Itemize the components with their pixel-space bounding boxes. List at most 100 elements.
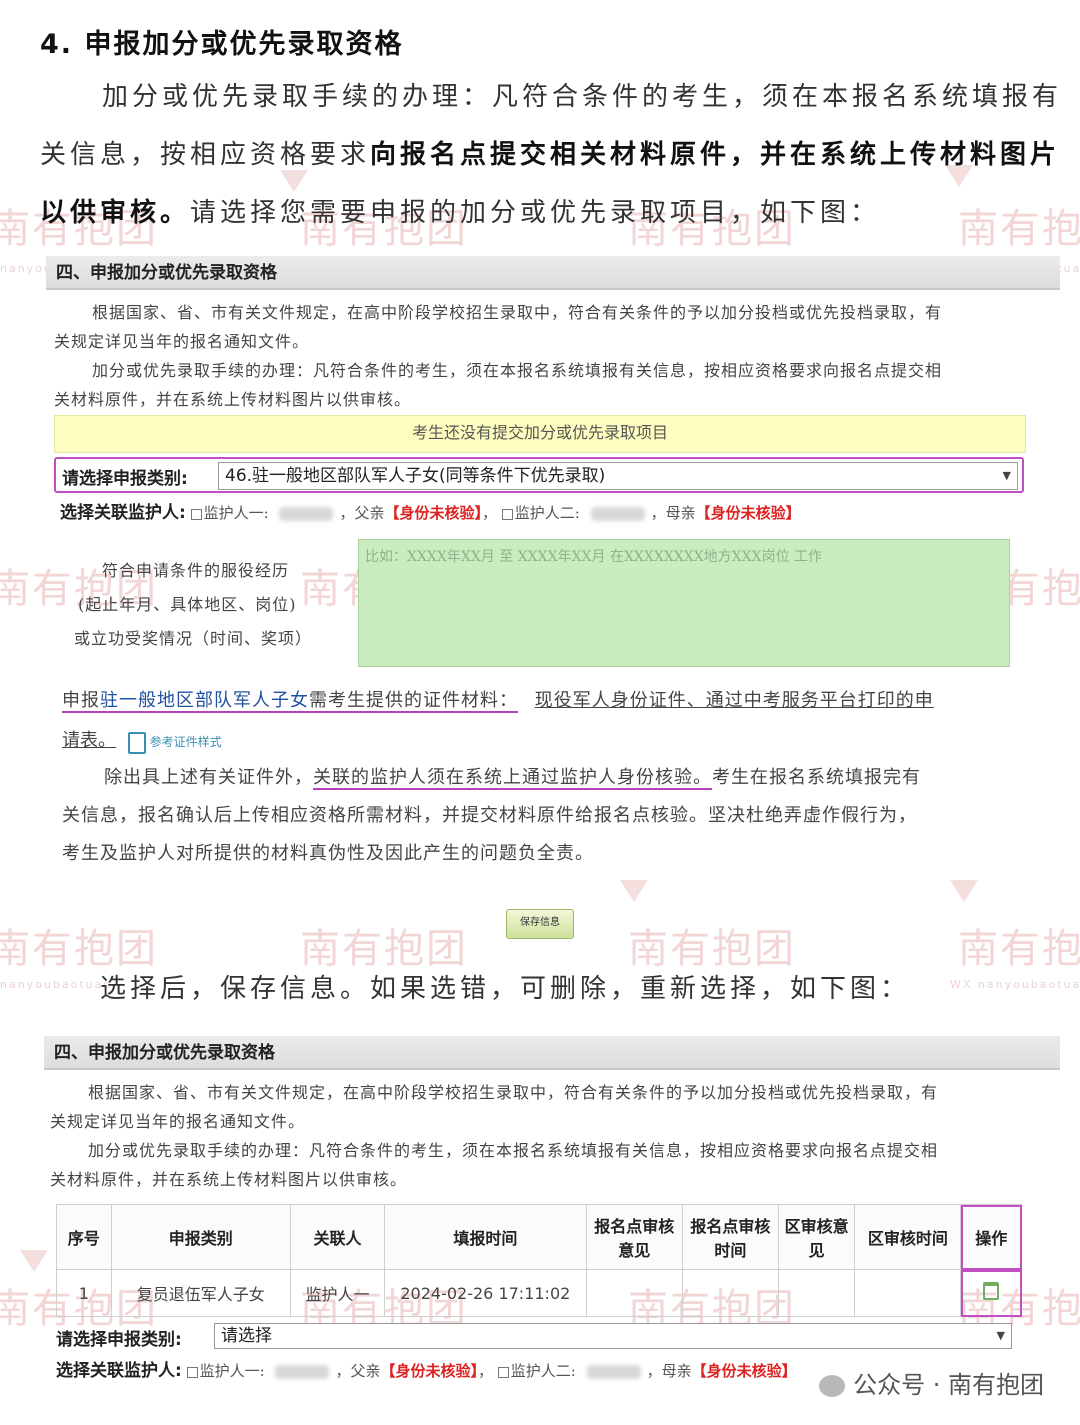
cell-district-time (854, 1269, 962, 1317)
note-emphasis: 关联的监护人须在系统上通过监护人身份核验。 (313, 767, 712, 790)
guardian1-relation: 父亲 (350, 1362, 381, 1380)
guardian2-relation: 母亲 (661, 1362, 692, 1380)
panel-header: 四、申报加分或优先录取资格 (44, 1036, 1060, 1070)
delete-icon[interactable] (983, 1282, 1000, 1300)
guardian2-checkbox[interactable] (497, 1366, 509, 1378)
category-label: 请选择申报类别: (62, 469, 188, 489)
wechat-icon (819, 1375, 846, 1397)
verification-note: 除出具上述有关证件外，关联的监护人须在系统上通过监护人身份核验。考生在报名系统填… (62, 759, 1052, 873)
guardian2-checkbox[interactable] (501, 508, 513, 520)
cell-site-time (681, 1269, 779, 1317)
redacted-name (586, 1365, 641, 1379)
intro-line-1: 加分或优先录取手续的办理：凡符合条件的考生，须在本报名系统填报有 (102, 82, 1063, 112)
rule-paragraph: 根据国家、省、市有关文件规定，在高中阶段学校招生录取中，符合有关条件的予以加分投… (54, 298, 1054, 414)
category-select-value: 请选择 (221, 1326, 272, 1346)
intro-line-3: 以供审核。请选择您需要申报的加分或优先录取项目，如下图： (40, 184, 1070, 242)
wechat-account-label: 公众号 · 南有抱团 (853, 1371, 1044, 1399)
guardian1-label: 监护人一: (199, 1362, 265, 1380)
cell-action (960, 1269, 1022, 1317)
service-label-line: (起止年月、具体地区、岗位) (78, 595, 297, 614)
section-heading: 4. 申报加分或优先录取资格 (40, 29, 404, 60)
notice-banner: 考生还没有提交加分或优先录取项目 (54, 415, 1026, 453)
panel-header: 四、申报加分或优先录取资格 (46, 256, 1060, 290)
guardian1-label: 监护人一: (203, 504, 269, 522)
requirement-line-2: 请表。 参考证件样式 (62, 726, 222, 754)
watermark-small: WX nanyoubaotuan (950, 978, 1080, 991)
guardian1-checkbox[interactable] (186, 1366, 198, 1378)
guardian2-label: 监护人二: (510, 1362, 576, 1380)
chevron-down-icon: ▼ (1002, 469, 1011, 482)
column-header: 区审核意见 (777, 1204, 856, 1270)
category-select[interactable]: 46.驻一般地区部队军人子女(同等条件下优先录取) ▼ (218, 462, 1018, 490)
rule-paragraph: 根据国家、省、市有关文件规定，在高中阶段学校招生录取中，符合有关条件的予以加分投… (50, 1078, 1054, 1194)
intro-emphasis: 以供审核。 (40, 198, 191, 228)
reference-doc-link[interactable]: 参考证件样式 (127, 731, 222, 754)
column-header: 序号 (56, 1204, 112, 1270)
guardian-label: 选择关联监护人: (56, 1361, 182, 1381)
cell-time: 2024-02-26 17:11:02 (384, 1269, 587, 1317)
guardian1-relation: 父亲 (354, 504, 385, 522)
rule-line: 加分或优先录取手续的办理：凡符合条件的考生，须在本报名系统填报有关信息，按相应资… (88, 1141, 939, 1160)
panel-bonus-list: 四、申报加分或优先录取资格 根据国家、省、市有关文件规定，在高中阶段学校招生录取… (44, 1036, 1060, 1386)
cell-guardian: 监护人一 (289, 1269, 386, 1317)
redacted-name (590, 507, 645, 521)
wechat-account-badge: 公众号 · 南有抱团 (819, 1365, 1044, 1400)
requirement-docs: 现役军人身份证件、通过中考服务平台打印的申 (534, 690, 934, 711)
service-label-line: 或立功受奖情况（时间、奖项） (74, 629, 313, 648)
guardian1-checkbox[interactable] (190, 508, 202, 520)
table-row: 1 复员退伍军人子女 监护人一 2024-02-26 17:11:02 (56, 1269, 1022, 1317)
requirement-prefix: 申报 (62, 690, 100, 711)
category-select[interactable]: 请选择 ▼ (214, 1323, 1012, 1349)
requirement-mid: 需考生提供的证件材料： (309, 690, 518, 711)
cell-category: 复员退伍军人子女 (110, 1269, 291, 1317)
requirement-category-underline: 申报驻一般地区部队军人子女需考生提供的证件材料： (62, 690, 518, 713)
category-select-row: 请选择申报类别: 请选择 ▼ (56, 1322, 1022, 1352)
guardian-row: 选择关联监护人: 监护人一: ，父亲【身份未核验】， 监护人二: ，母亲【身份未… (60, 503, 801, 523)
note-text: 考生在报名系统填报完有 (712, 767, 921, 788)
guardian-label: 选择关联监护人: (60, 503, 186, 523)
panel-bonus-form: 四、申报加分或优先录取资格 根据国家、省、市有关文件规定，在高中阶段学校招生录取… (46, 256, 1060, 956)
service-experience-textarea[interactable]: 比如：XXXX年XX月 至 XXXX年XX月 在XXXXXXXX地方XXX岗位 … (358, 539, 1010, 667)
column-header: 关联人 (289, 1204, 386, 1270)
guardian2-label: 监护人二: (514, 504, 580, 522)
application-table: 序号 申报类别 关联人 填报时间 报名点审核意见 报名点审核时间 区审核意见 区… (56, 1204, 1022, 1317)
column-header: 填报时间 (384, 1204, 587, 1270)
column-header: 申报类别 (110, 1204, 291, 1270)
save-button[interactable]: 保存信息 (506, 909, 574, 939)
guardian2-status: 【身份未核验】 (691, 1362, 797, 1380)
note-text: 除出具上述有关证件外， (104, 767, 313, 788)
guardian1-status: 【身份未核验】 (384, 504, 482, 522)
guardian-row: 选择关联监护人: 监护人一: ，父亲【身份未核验】， 监护人二: ，母亲【身份未… (56, 1361, 797, 1381)
rule-line: 关材料原件，并在系统上传材料图片以供审核。 (50, 1170, 408, 1189)
column-header: 报名点审核意见 (585, 1204, 683, 1270)
intro-text: 关信息，按相应资格要求 (40, 140, 371, 170)
note-line: 除出具上述有关证件外，关联的监护人须在系统上通过监护人身份核验。考生在报名系统填… (62, 759, 1052, 797)
cell-site-opinion (585, 1269, 683, 1317)
rule-line: 根据国家、省、市有关文件规定，在高中阶段学校招生录取中，符合有关条件的予以加分投… (92, 303, 943, 322)
requirement-docs-2: 请表。 (62, 730, 116, 751)
column-header: 操作 (960, 1204, 1022, 1270)
requirement-category: 驻一般地区部队军人子女 (100, 690, 309, 711)
intro-text: 请选择您需要申报的加分或优先录取项目，如下图： (190, 198, 881, 228)
rule-line: 关规定详见当年的报名通知文件。 (54, 332, 310, 351)
note-line: 考生及监护人对所提供的材料真伪性及因此产生的问题负全责。 (62, 843, 594, 864)
service-label-line: 符合申请条件的服役经历 (102, 561, 290, 580)
document-icon (127, 731, 146, 754)
cell-district-opinion (777, 1269, 856, 1317)
category-select-value: 46.驻一般地区部队军人子女(同等条件下优先录取) (225, 466, 606, 486)
service-label: 符合申请条件的服役经历 (起止年月、具体地区、岗位) 或立功受奖情况（时间、奖项… (74, 554, 364, 656)
category-select-row: 请选择申报类别: 46.驻一般地区部队军人子女(同等条件下优先录取) ▼ (54, 457, 1024, 493)
note-line: 关信息，报名确认后上传相应资格所需材料，并提交材料原件给报名点核验。坚决杜绝弄虚… (62, 805, 917, 826)
cell-no: 1 (56, 1269, 112, 1317)
reference-doc-label: 参考证件样式 (149, 735, 222, 749)
redacted-name (275, 1365, 330, 1379)
guardian2-relation: 母亲 (665, 504, 696, 522)
intro-emphasis: 向报名点提交相关材料原件，并在系统上传材料图片 (370, 140, 1061, 170)
intro-paragraph: 加分或优先录取手续的办理：凡符合条件的考生，须在本报名系统填报有 关信息，按相应… (40, 68, 1070, 242)
watermark-small: nanyoubaotuan (0, 978, 113, 991)
rule-line: 加分或优先录取手续的办理：凡符合条件的考生，须在本报名系统填报有关信息，按相应资… (92, 361, 943, 380)
category-label: 请选择申报类别: (56, 1330, 182, 1350)
guardian2-status: 【身份未核验】 (695, 504, 801, 522)
intro-line-2: 关信息，按相应资格要求向报名点提交相关材料原件，并在系统上传材料图片 (40, 126, 1070, 184)
guardian1-status: 【身份未核验】 (380, 1362, 478, 1380)
